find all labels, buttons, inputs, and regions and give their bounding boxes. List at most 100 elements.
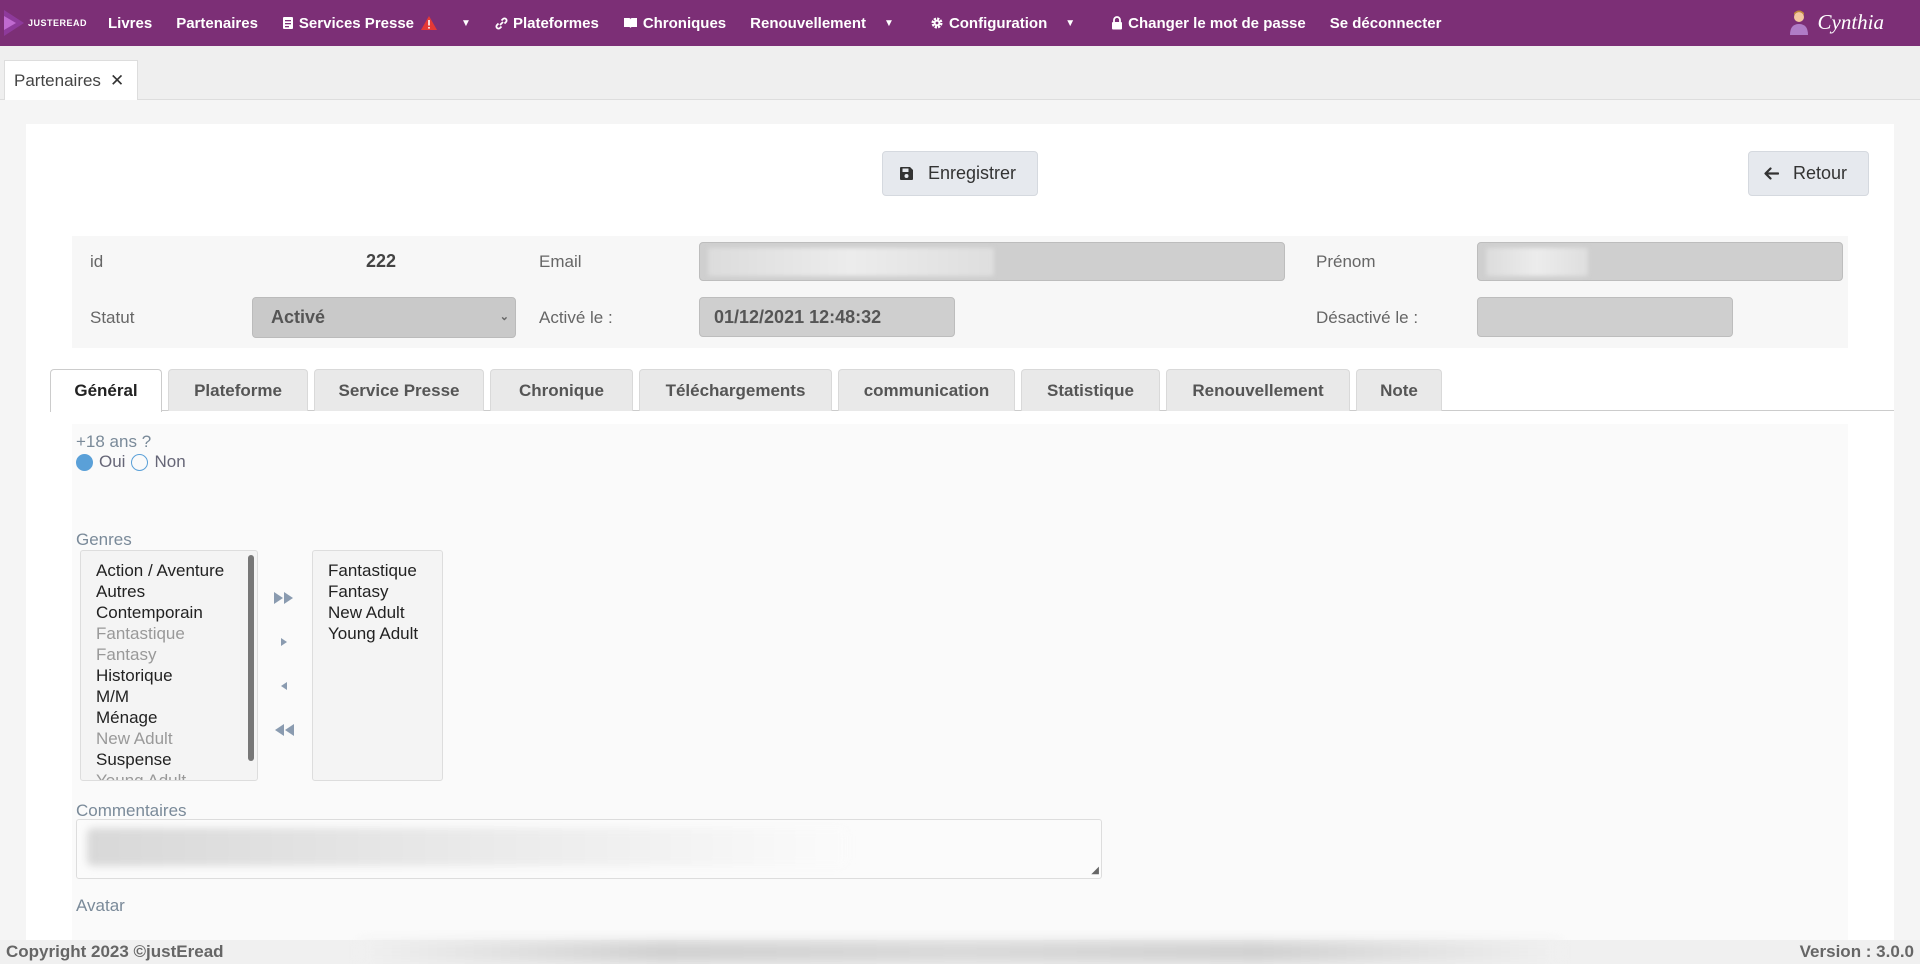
active-date-value: 01/12/2021 12:48:32 <box>714 306 882 327</box>
available-genre-option[interactable]: Historique <box>81 665 257 686</box>
available-genre-option[interactable]: Suspense <box>81 749 257 770</box>
chevron-left-icon <box>281 682 287 690</box>
nav-configuration[interactable]: Configuration ▼ <box>930 15 1075 32</box>
resize-handle-icon[interactable]: ◢ <box>1091 865 1099 876</box>
logo-text: JUSTEREAD <box>28 18 88 28</box>
radio-non[interactable] <box>131 453 149 471</box>
top-navbar: JUSTEREAD Livres Partenaires Services Pr… <box>0 0 1920 46</box>
nav-label: Plateformes <box>512 14 599 32</box>
available-genre-option[interactable]: Fantasy <box>81 644 257 665</box>
statut-select[interactable]: Activé ⌄ <box>252 297 516 338</box>
nav-label: Changer le mot de passe <box>1128 14 1306 32</box>
statut-value: Activé <box>271 307 326 327</box>
move-all-right-button[interactable] <box>266 576 302 620</box>
available-genre-option[interactable]: New Adult <box>81 728 257 749</box>
selected-genres-list[interactable]: Fantastique Fantasy New Adult Young Adult <box>312 550 443 781</box>
available-genre-option[interactable]: Autres <box>81 581 257 602</box>
chevron-down-icon[interactable]: ▼ <box>884 18 894 29</box>
available-genre-option[interactable]: Action / Aventure <box>81 560 257 581</box>
content-area: Enregistrer Retour id 222 Email Prénom S… <box>0 100 1920 940</box>
available-genre-option[interactable]: Contemporain <box>81 602 257 623</box>
nav-label: Configuration <box>948 14 1048 32</box>
tab-service-presse[interactable]: Service Presse <box>314 369 484 411</box>
tab-general[interactable]: Général <box>50 369 162 412</box>
active-date-field[interactable]: 01/12/2021 12:48:32 <box>699 297 955 337</box>
scrollbar[interactable] <box>248 555 254 761</box>
double-chevron-left-icon <box>275 724 294 736</box>
move-all-left-button[interactable] <box>266 708 302 752</box>
email-field[interactable] <box>699 242 1285 281</box>
nav-logout[interactable]: Se déconnecter <box>1330 15 1442 32</box>
prenom-field[interactable] <box>1477 242 1843 281</box>
selected-genre-option[interactable]: Fantasy <box>313 581 442 602</box>
tab-communication[interactable]: communication <box>838 369 1015 411</box>
avatar-label: Avatar <box>76 896 125 915</box>
available-genre-option[interactable]: M/M <box>81 686 257 707</box>
available-genres-list[interactable]: Action / Aventure Autres Contemporain Fanta… <box>80 550 258 781</box>
redacted-comment <box>87 828 847 866</box>
document-icon <box>282 17 293 29</box>
tab-chronique[interactable]: Chronique <box>490 369 633 411</box>
tab-note[interactable]: Note <box>1356 369 1442 411</box>
chevron-down-icon[interactable]: ▼ <box>461 18 471 29</box>
copyright-text: Copyright 2023 ©justEread <box>6 942 224 961</box>
deactivated-date-field[interactable] <box>1477 297 1733 337</box>
chevron-down-icon: ⌄ <box>499 311 509 323</box>
nav-chroniques[interactable]: Chroniques <box>623 15 726 32</box>
active-date-label: Activé le : <box>539 308 613 327</box>
prenom-label: Prénom <box>1316 252 1376 271</box>
id-label: id <box>90 252 104 271</box>
back-button-label: Retour <box>1793 163 1848 183</box>
redacted-email <box>708 248 994 276</box>
lock-icon <box>1112 16 1123 30</box>
tab-renouvellement[interactable]: Renouvellement <box>1166 369 1350 411</box>
available-genre-option[interactable]: Fantastique <box>81 623 257 644</box>
chevron-down-icon[interactable]: ▼ <box>1065 18 1075 29</box>
nav-plateformes[interactable]: Plateformes <box>495 15 599 32</box>
back-button[interactable]: Retour <box>1748 151 1869 196</box>
move-right-button[interactable] <box>266 620 302 664</box>
id-value: 222 <box>366 251 397 271</box>
tab-telechargements[interactable]: Téléchargements <box>639 369 832 411</box>
footer: Copyright 2023 ©justEread Version : 3.0.… <box>0 940 1920 964</box>
tab-statistique[interactable]: Statistique <box>1021 369 1160 411</box>
nav-change-password[interactable]: Changer le mot de passe <box>1111 15 1306 32</box>
page-tab-partenaires[interactable]: Partenaires ✕ <box>4 60 138 100</box>
double-chevron-right-icon <box>274 592 293 604</box>
comments-label: Commentaires <box>76 801 187 820</box>
redacted-prenom <box>1486 248 1588 276</box>
user-menu[interactable]: Cynthia <box>1788 9 1884 35</box>
available-genre-option[interactable]: Ménage <box>81 707 257 728</box>
selected-genre-option[interactable]: Young Adult <box>313 623 442 644</box>
page-tab-bar: Partenaires ✕ <box>0 46 1920 100</box>
genres-label: Genres <box>76 530 132 549</box>
logo-icon <box>4 10 24 36</box>
app-logo[interactable]: JUSTEREAD <box>2 8 100 38</box>
selected-genre-option[interactable]: Fantastique <box>313 560 442 581</box>
available-genre-option[interactable]: Young Adult <box>81 770 257 780</box>
age-radio-group: Oui Non <box>76 452 186 472</box>
radio-oui-label: Oui <box>99 452 126 471</box>
comments-textarea[interactable]: ◢ <box>76 819 1102 879</box>
arrow-left-icon <box>1764 167 1779 180</box>
nav-services-presse[interactable]: Services Presse ▼ <box>282 15 471 32</box>
move-left-button[interactable] <box>266 664 302 708</box>
user-avatar-icon <box>1789 10 1808 35</box>
link-icon <box>495 17 508 29</box>
save-button-label: Enregistrer <box>928 163 1017 183</box>
age-question: +18 ans ? <box>76 432 152 451</box>
partner-form-panel: Enregistrer Retour id 222 Email Prénom S… <box>26 124 1894 940</box>
genre-transfer-controls <box>266 576 302 752</box>
nav-renouvellement[interactable]: Renouvellement ▼ <box>750 15 894 32</box>
book-icon <box>623 18 637 28</box>
floppy-disk-icon <box>900 167 913 180</box>
close-icon[interactable]: ✕ <box>110 71 124 91</box>
save-button[interactable]: Enregistrer <box>882 151 1038 196</box>
radio-oui[interactable] <box>76 453 93 471</box>
nav-partenaires[interactable]: Partenaires <box>176 15 258 32</box>
nav-label: Chroniques <box>642 14 727 32</box>
footer-overlay <box>360 942 1560 962</box>
selected-genre-option[interactable]: New Adult <box>313 602 442 623</box>
tab-plateforme[interactable]: Plateforme <box>168 369 308 411</box>
nav-livres[interactable]: Livres <box>108 15 152 32</box>
